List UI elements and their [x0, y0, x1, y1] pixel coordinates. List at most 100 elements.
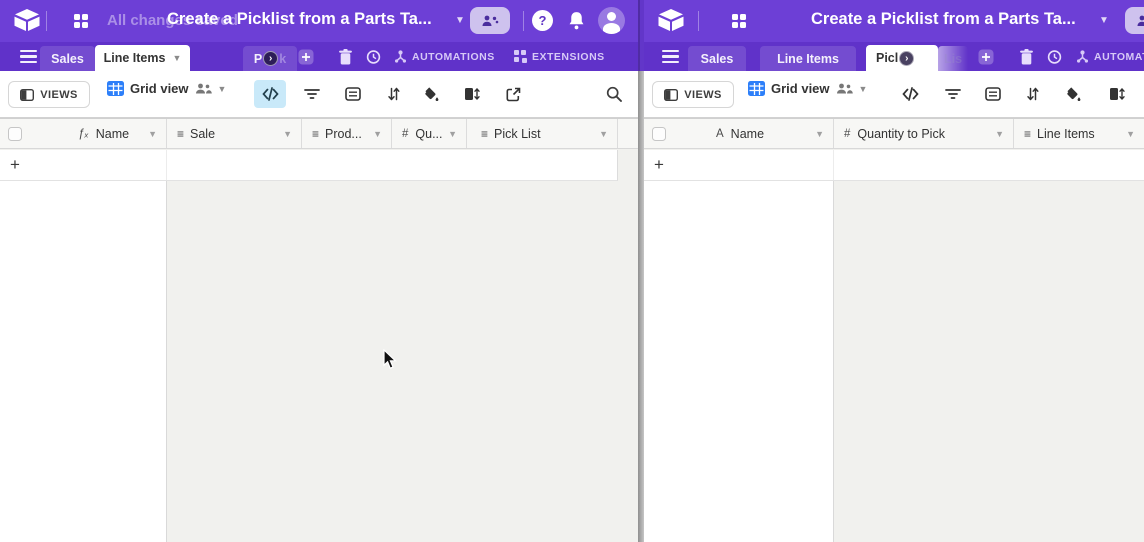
row-height-button[interactable]: [456, 80, 488, 108]
column-header-line-items[interactable]: ≡ Line Items ▼: [1014, 119, 1144, 148]
trash-icon[interactable]: [1020, 49, 1033, 65]
filter-button[interactable]: [937, 80, 969, 108]
grid-view-icon: [748, 81, 765, 96]
automations-icon: [1076, 50, 1089, 63]
view-switcher[interactable]: Grid view ▼: [748, 81, 867, 96]
sort-button[interactable]: [378, 80, 410, 108]
hide-fields-button[interactable]: [894, 80, 926, 108]
divider: [523, 11, 524, 31]
base-title-caret-icon[interactable]: ▼: [1099, 15, 1109, 26]
app-launcher-icon[interactable]: [74, 14, 87, 27]
history-icon[interactable]: [1047, 49, 1062, 65]
row-height-button[interactable]: [1101, 80, 1133, 108]
airtable-logo-icon[interactable]: [658, 9, 684, 32]
divider: [46, 11, 47, 31]
automations-menu[interactable]: AUTOMATIONS: [1076, 50, 1144, 63]
tab-sales[interactable]: Sales: [40, 46, 95, 71]
automations-menu[interactable]: AUTOMATIONS: [394, 50, 495, 63]
column-header-sale[interactable]: ≡ Sale ▼: [167, 119, 302, 148]
grid-empty-area: [644, 181, 834, 542]
mouse-cursor: [383, 349, 397, 370]
select-all-checkbox[interactable]: [652, 127, 666, 141]
views-sidebar-icon: [664, 89, 678, 101]
search-button[interactable]: [598, 80, 630, 108]
column-header-name[interactable]: ƒₓ Name ▼: [0, 119, 167, 148]
collaborative-view-icon: [836, 83, 853, 94]
add-row[interactable]: +: [644, 150, 1144, 181]
column-header-name[interactable]: A Name ▼: [644, 119, 834, 148]
views-button[interactable]: VIEWS: [652, 81, 734, 108]
add-row-plus-icon: +: [10, 155, 20, 175]
add-table-icon[interactable]: [298, 49, 314, 65]
share-view-button[interactable]: [497, 80, 529, 108]
base-title[interactable]: Create a Picklist from a Parts Ta...: [811, 10, 1076, 29]
sort-button[interactable]: [1017, 80, 1049, 108]
column-caret-icon[interactable]: ▼: [148, 129, 157, 139]
tab-caret-icon[interactable]: ▼: [172, 53, 181, 63]
notifications-bell-icon[interactable]: [566, 10, 587, 31]
base-title-caret-icon[interactable]: ▼: [455, 15, 465, 26]
history-icon[interactable]: [366, 49, 381, 65]
airtable-two-frame-screenshot: All changes saved Create a Picklist from…: [0, 0, 1144, 542]
tab-line-items[interactable]: Line Items: [760, 46, 856, 71]
views-button[interactable]: VIEWS: [8, 81, 90, 108]
airtable-logo-icon[interactable]: [14, 9, 40, 32]
column-caret-icon[interactable]: ▼: [995, 129, 1004, 139]
add-row-plus-icon: +: [654, 155, 664, 175]
sidebar-menu-icon[interactable]: [20, 50, 37, 63]
panel-left: All changes saved Create a Picklist from…: [0, 0, 638, 542]
base-title[interactable]: Create a Picklist from a Parts Ta...: [167, 10, 432, 29]
column-header-quantity-to-pick[interactable]: # Quantity to Pick ▼: [834, 119, 1014, 148]
top-bar: All changes saved Create a Picklist from…: [0, 0, 638, 42]
select-all-checkbox[interactable]: [8, 127, 22, 141]
app-launcher-icon[interactable]: [732, 14, 745, 27]
people-icon: [1136, 15, 1144, 27]
people-icon: [481, 15, 499, 27]
column-caret-icon[interactable]: ▼: [448, 129, 457, 139]
top-bar: Create a Picklist from a Parts Ta... ▼: [644, 0, 1144, 42]
view-caret-icon[interactable]: ▼: [859, 84, 868, 94]
column-caret-icon[interactable]: ▼: [599, 129, 608, 139]
column-caret-icon[interactable]: ▼: [1126, 129, 1135, 139]
color-button[interactable]: [1057, 80, 1089, 108]
column-caret-icon[interactable]: ▼: [283, 129, 292, 139]
account-avatar[interactable]: [598, 7, 625, 34]
color-button[interactable]: [415, 80, 447, 108]
click-overlay-badge: ›: [263, 51, 278, 66]
column-header-product[interactable]: ≡ Prod... ▼: [302, 119, 392, 148]
panel-right: Create a Picklist from a Parts Ta... ▼ S…: [644, 0, 1144, 542]
tab-sales[interactable]: Sales: [688, 46, 746, 71]
column-caret-icon[interactable]: ▼: [373, 129, 382, 139]
view-toolbar: VIEWS Grid view ▼: [0, 71, 638, 118]
add-row[interactable]: +: [0, 150, 618, 181]
view-caret-icon[interactable]: ▼: [218, 84, 227, 94]
hide-fields-button[interactable]: [254, 80, 286, 108]
table-tab-bar: Sales Line Items▼ P›k AUTOMATIONS: [0, 42, 638, 71]
tab-pick-lists[interactable]: P›k: [243, 46, 297, 71]
column-header-quantity[interactable]: # Qu... ▼: [392, 119, 467, 148]
click-overlay-badge: ›: [899, 51, 914, 66]
collaborators-button[interactable]: [470, 7, 510, 34]
add-table-icon[interactable]: [978, 49, 994, 65]
collaborative-view-icon: [195, 83, 212, 94]
help-button[interactable]: ?: [532, 10, 553, 31]
trash-icon[interactable]: [339, 49, 352, 65]
group-button[interactable]: [337, 80, 369, 108]
column-caret-icon[interactable]: ▼: [815, 129, 824, 139]
tab-pick-lists[interactable]: Picl›: [866, 45, 938, 71]
filter-button[interactable]: [296, 80, 328, 108]
view-name: Grid view: [130, 81, 189, 96]
linked-record-field-icon: ≡: [481, 127, 487, 141]
extensions-menu[interactable]: EXTENSIONS: [514, 50, 605, 63]
view-switcher[interactable]: Grid view ▼: [107, 81, 226, 96]
text-field-icon: A: [716, 128, 724, 140]
tab-line-items[interactable]: Line Items▼: [95, 45, 190, 71]
column-header-pick-list[interactable]: ≡ Pick List ▼: [467, 119, 618, 148]
collaborators-button[interactable]: [1125, 7, 1144, 34]
divider: [698, 11, 699, 31]
group-button[interactable]: [977, 80, 1009, 108]
linked-record-field-icon: ≡: [312, 127, 318, 141]
number-field-icon: #: [844, 128, 850, 140]
number-field-icon: #: [402, 128, 408, 140]
sidebar-menu-icon[interactable]: [662, 50, 679, 63]
